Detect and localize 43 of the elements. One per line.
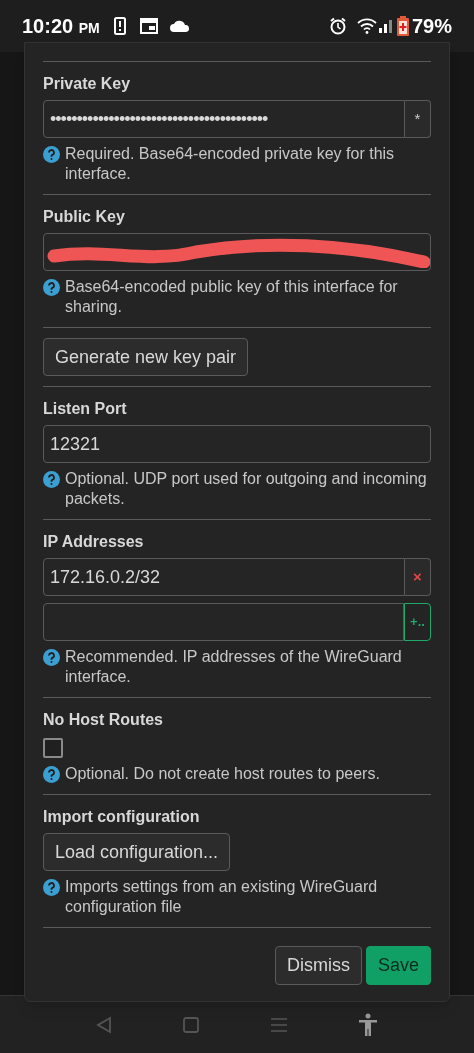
accessibility-icon[interactable]	[358, 1012, 379, 1037]
field-label: Import configuration	[43, 807, 201, 827]
new-address-field[interactable]	[43, 603, 404, 641]
help-icon	[43, 279, 60, 296]
reveal-button[interactable]: *	[405, 100, 431, 138]
help-text: Optional. Do not create host routes to peers.	[65, 764, 380, 784]
help-icon	[43, 766, 60, 783]
signal-icon	[378, 19, 393, 33]
field-label: Listen Port	[43, 399, 128, 419]
field-label: IP Addresses	[43, 532, 145, 552]
field-label: Private Key	[43, 74, 132, 94]
help-icon	[43, 471, 60, 488]
field-label: No Host Routes	[43, 710, 164, 730]
action-button[interactable]: Generate new key pair	[43, 338, 249, 376]
help-text: Required. Base64-encoded private key for this interface.	[65, 144, 396, 184]
save-button[interactable]: Save	[365, 946, 431, 985]
address-field[interactable]: 172.16.0.2/32	[43, 558, 405, 596]
cloud-icon	[169, 20, 190, 32]
battery-icon	[396, 16, 409, 36]
help-icon	[43, 879, 60, 896]
private-key-field[interactable]: •••••••••••••••••••••••••••••••••••••••••	[43, 100, 405, 138]
help-text: Imports settings from an existing WireGuard configuration file	[65, 877, 379, 917]
help-text: Recommended. IP addresses of the WireGuard interface.	[65, 647, 403, 687]
help-icon	[43, 649, 60, 666]
alarm-icon	[328, 17, 347, 35]
calendar-icon	[139, 18, 158, 34]
checkbox[interactable]	[43, 738, 63, 758]
wifi-icon	[356, 18, 377, 34]
battery-level: 79%	[411, 14, 452, 39]
recents-icon[interactable]	[270, 1017, 287, 1032]
add-button[interactable]: +..	[404, 603, 431, 641]
phone-alert-icon	[113, 17, 126, 35]
help-text: Optional. UDP port used for outgoing and incoming packets.	[65, 469, 428, 509]
port-field[interactable]: 12321	[43, 425, 431, 463]
remove-button[interactable]: ×	[405, 558, 431, 596]
field-label: Public Key	[43, 207, 126, 227]
help-text: Base64-encoded public key of this interface for sharing.	[65, 277, 399, 317]
back-icon[interactable]	[95, 1015, 112, 1034]
help-icon	[43, 146, 60, 163]
action-button[interactable]: Load configuration...	[43, 833, 231, 871]
dismiss-button[interactable]: Dismiss	[274, 946, 362, 985]
home-icon[interactable]	[183, 1016, 200, 1033]
clock: 10:20 PM	[22, 14, 100, 39]
